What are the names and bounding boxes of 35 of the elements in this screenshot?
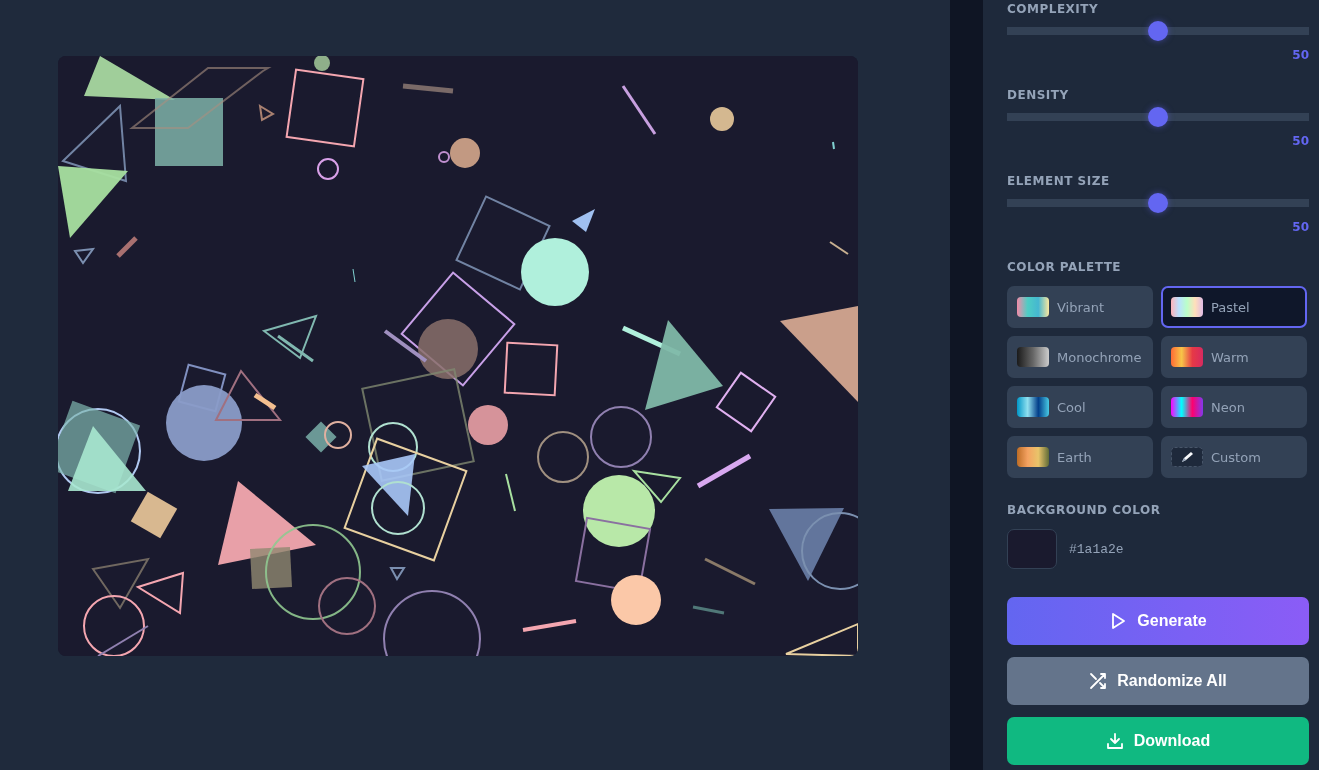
play-icon xyxy=(1109,612,1128,630)
slider-thumb[interactable] xyxy=(1148,107,1168,127)
pencil-icon xyxy=(1171,447,1203,467)
palette-option[interactable]: Custom xyxy=(1161,436,1307,478)
slider-value: 50 xyxy=(1292,48,1309,62)
shuffle-icon xyxy=(1089,672,1108,690)
gradient-swatch xyxy=(1017,297,1049,317)
slider-value: 50 xyxy=(1292,220,1309,234)
palette-option[interactable]: Warm xyxy=(1161,336,1307,378)
palette-option[interactable]: Earth xyxy=(1007,436,1153,478)
generate-button[interactable]: Generate xyxy=(1007,597,1309,645)
palette-option[interactable]: Vibrant xyxy=(1007,286,1153,328)
download-button[interactable]: Download xyxy=(1007,717,1309,765)
slider-value: 50 xyxy=(1292,134,1309,148)
section-label: BACKGROUND COLOR xyxy=(1007,502,1162,518)
randomize-button[interactable]: Randomize All xyxy=(1007,657,1309,705)
palette-option[interactable]: Pastel xyxy=(1161,286,1307,328)
slider-thumb[interactable] xyxy=(1148,193,1168,213)
slider-label: ELEMENT SIZE xyxy=(1007,173,1111,189)
section-label: COLOR PALETTE xyxy=(1007,259,1122,275)
palette-option[interactable]: Cool xyxy=(1007,386,1153,428)
gradient-swatch xyxy=(1017,397,1049,417)
gradient-swatch xyxy=(1171,397,1203,417)
slider-label: COMPLEXITY xyxy=(1007,1,1100,17)
color-swatch[interactable] xyxy=(1007,529,1057,569)
slider-label: DENSITY xyxy=(1007,87,1070,103)
palette-option[interactable]: Monochrome xyxy=(1007,336,1153,378)
color-value: #1a1a2e xyxy=(1069,541,1124,557)
slider-thumb[interactable] xyxy=(1148,21,1168,41)
gradient-swatch xyxy=(1017,447,1049,467)
gradient-swatch xyxy=(1171,297,1203,317)
palette-option[interactable]: Neon xyxy=(1161,386,1307,428)
gradient-swatch xyxy=(1017,347,1049,367)
download-icon xyxy=(1105,732,1124,750)
gradient-swatch xyxy=(1171,347,1203,367)
